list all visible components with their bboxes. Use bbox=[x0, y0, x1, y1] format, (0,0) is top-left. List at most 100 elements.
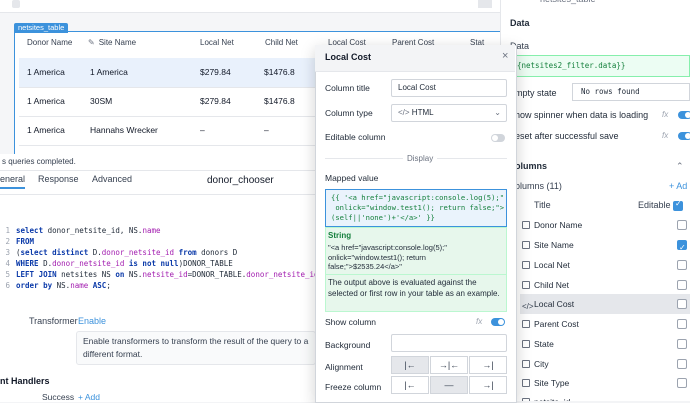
mapped-value-label: Mapped value bbox=[325, 173, 379, 183]
data-input[interactable]: {netsites2_filter.data}} bbox=[510, 55, 690, 77]
header-donor-name[interactable]: Donor Name bbox=[27, 38, 72, 47]
chevron-up-icon[interactable]: ⌃ bbox=[676, 161, 684, 172]
fx-icon[interactable]: fx bbox=[662, 110, 668, 119]
spinner-toggle[interactable] bbox=[678, 111, 690, 119]
tab-advanced[interactable]: Advanced bbox=[92, 174, 132, 184]
cell-site: Hannahs Wrecker bbox=[90, 125, 158, 135]
columns-count: olumns (11) bbox=[515, 181, 562, 191]
chevron-down-icon: ⌄ bbox=[494, 108, 501, 117]
header-child-net[interactable]: Child Net bbox=[265, 38, 298, 47]
fx-icon[interactable]: fx bbox=[476, 317, 482, 326]
background-label: Background bbox=[325, 340, 371, 350]
pencil-icon: ✎ bbox=[88, 38, 95, 47]
line-number: 3 bbox=[5, 248, 10, 257]
reset-toggle[interactable] bbox=[678, 132, 690, 140]
column-type-value: HTML bbox=[411, 108, 434, 117]
fx-icon[interactable]: fx bbox=[662, 131, 668, 140]
column-item-state[interactable]: State bbox=[520, 334, 690, 354]
cell-child-net: $1476.8 bbox=[264, 67, 295, 77]
column-type-select[interactable]: </> HTML ⌄ bbox=[391, 104, 507, 122]
column-title-input[interactable]: Local Cost bbox=[391, 79, 507, 97]
header-site-name-label: Site Name bbox=[98, 38, 137, 47]
grid-icon bbox=[522, 340, 530, 348]
column-label: Local Net bbox=[534, 260, 570, 270]
grid-icon bbox=[522, 221, 530, 229]
add-column-button[interactable]: + Ad bbox=[669, 181, 687, 191]
code-icon: </> bbox=[522, 302, 534, 311]
query-name[interactable]: donor_chooser bbox=[207, 175, 274, 186]
code-line: onlick="window.test1(); return false;">'… bbox=[331, 203, 507, 212]
editable-checkbox[interactable] bbox=[677, 238, 687, 258]
column-item-donor-name[interactable]: Donor Name bbox=[520, 215, 690, 235]
header-site-name[interactable]: ✎ Site Name bbox=[88, 38, 136, 47]
component-tag[interactable]: netsites_table bbox=[14, 23, 69, 33]
column-item-site-type[interactable]: Site Type bbox=[520, 373, 690, 393]
result-type: String bbox=[328, 231, 352, 240]
data-section-heading[interactable]: Data bbox=[510, 18, 530, 28]
editable-column-header: Editable bbox=[638, 200, 671, 210]
line-number: 5 bbox=[5, 270, 10, 279]
column-item-child-net[interactable]: Child Net bbox=[520, 275, 690, 295]
close-icon[interactable]: × bbox=[502, 50, 508, 62]
freeze-left-button[interactable]: |← bbox=[391, 376, 429, 394]
column-label: netsite_id bbox=[534, 392, 570, 401]
align-center-button[interactable]: →|← bbox=[430, 356, 468, 374]
transformer-enable-link[interactable]: Enable bbox=[78, 316, 106, 326]
empty-state-input[interactable]: No rows found bbox=[572, 83, 690, 101]
grid-icon bbox=[522, 379, 530, 387]
column-item-parent-cost[interactable]: Parent Cost bbox=[520, 314, 690, 334]
editable-checkbox[interactable] bbox=[677, 299, 687, 309]
editable-checkbox[interactable] bbox=[677, 220, 687, 230]
cell-local-net: $279.84 bbox=[200, 96, 231, 106]
grid-icon bbox=[522, 261, 530, 269]
grid-icon bbox=[522, 241, 530, 249]
columns-section-heading[interactable]: olumns bbox=[515, 161, 547, 171]
editable-checkbox[interactable] bbox=[677, 339, 687, 349]
editable-checkbox[interactable] bbox=[677, 359, 687, 369]
column-type-label: Column type bbox=[325, 108, 373, 118]
code-icon: </> bbox=[398, 108, 412, 117]
show-column-label: Show column bbox=[325, 317, 377, 327]
transformer-help: Enable transformers to transform the res… bbox=[76, 331, 316, 365]
header-local-net[interactable]: Local Net bbox=[200, 38, 234, 47]
column-label: City bbox=[534, 359, 549, 369]
top-canvas-strip bbox=[0, 0, 500, 13]
editable-checkbox[interactable] bbox=[677, 280, 687, 290]
tab-general[interactable]: eneral bbox=[0, 174, 26, 189]
result-line: false;">$2535.24</a>" bbox=[328, 262, 402, 271]
column-label: Donor Name bbox=[534, 220, 583, 230]
background-input[interactable] bbox=[391, 334, 507, 352]
editable-checkbox[interactable] bbox=[677, 378, 687, 388]
component-name: netsites_table bbox=[540, 0, 596, 4]
tab-response[interactable]: Response bbox=[38, 174, 79, 184]
code-line: select donor_netsite_id, NS.name bbox=[16, 226, 161, 235]
align-left-button[interactable]: |← bbox=[391, 356, 429, 374]
mapped-value-editor[interactable]: {{ '<a href="javascript:console.log(5);"… bbox=[325, 189, 507, 227]
column-item-local-net[interactable]: Local Net bbox=[520, 255, 690, 275]
cell-local-net: – bbox=[200, 125, 205, 135]
show-column-toggle[interactable] bbox=[491, 318, 505, 326]
column-label: Local Cost bbox=[534, 299, 575, 309]
column-item-local-cost[interactable]: </> Local Cost bbox=[520, 294, 690, 314]
line-number: 1 bbox=[5, 226, 10, 235]
freeze-none-button[interactable]: — bbox=[430, 376, 468, 394]
code-line: (self||'none')+'</a>' }} bbox=[331, 213, 435, 222]
editable-checkbox[interactable] bbox=[677, 319, 687, 329]
column-label: Child Net bbox=[534, 280, 569, 290]
result-line: onlick="window.test1(); return bbox=[328, 252, 426, 262]
result-note: The output above is evaluated against th… bbox=[328, 278, 500, 298]
freeze-right-button[interactable]: →| bbox=[469, 376, 507, 394]
editable-checkbox[interactable] bbox=[677, 260, 687, 270]
divider bbox=[325, 274, 507, 275]
transformer-label: Transformer bbox=[29, 316, 78, 326]
grid-icon bbox=[522, 320, 530, 328]
editable-all-checkbox[interactable] bbox=[673, 199, 683, 211]
editable-column-toggle[interactable] bbox=[491, 134, 505, 142]
result-line: "<a href="javascript:console.log(5);" bbox=[328, 243, 447, 252]
cell-child-net: $1476.8 bbox=[264, 96, 295, 106]
column-item-site-name[interactable]: Site Name bbox=[520, 235, 690, 258]
align-right-button[interactable]: →| bbox=[469, 356, 507, 374]
column-item-city[interactable]: City bbox=[520, 354, 690, 374]
column-label: Site Name bbox=[534, 240, 574, 250]
column-item-netsite-id[interactable]: netsite_id bbox=[520, 392, 690, 401]
